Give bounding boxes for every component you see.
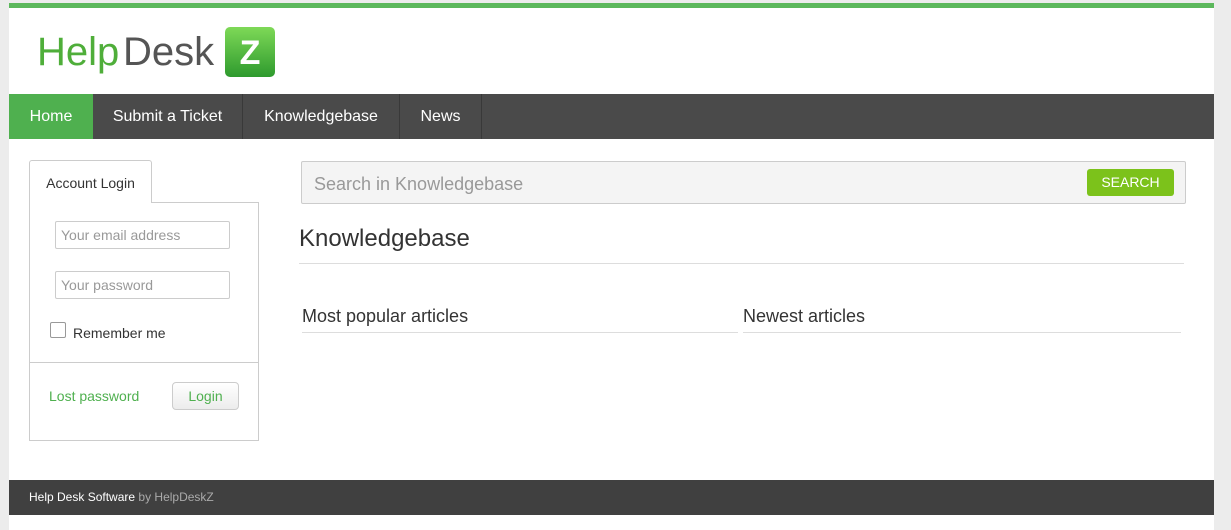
logo-badge-letter: Z — [240, 34, 261, 72]
newest-articles-divider — [743, 332, 1181, 333]
page-title: Knowledgebase — [299, 225, 470, 252]
footer-credit: by HelpDeskZ — [138, 490, 214, 504]
top-accent-bar — [9, 3, 1214, 8]
nav-news[interactable]: News — [400, 94, 482, 139]
newest-articles-heading: Newest articles — [743, 306, 866, 326]
tab-account-login[interactable]: Account Login — [29, 160, 152, 203]
title-divider — [299, 263, 1184, 264]
nav-submit-ticket[interactable]: Submit a Ticket — [93, 94, 243, 139]
main-nav: Home Submit a Ticket Knowledgebase News — [9, 94, 1214, 139]
helpdeskz-logo[interactable]: Help Desk Z — [35, 24, 275, 79]
popular-articles-divider — [302, 332, 738, 333]
footer: Help Desk Software by HelpDeskZ — [9, 480, 1214, 515]
search-bar: SEARCH — [301, 161, 1186, 204]
search-input[interactable] — [312, 171, 1076, 197]
remember-me-label: Remember me — [73, 325, 166, 341]
remember-me-checkbox[interactable] — [50, 322, 66, 338]
search-button[interactable]: SEARCH — [1087, 169, 1174, 196]
popular-articles-heading: Most popular articles — [302, 306, 469, 326]
footer-brand-link[interactable]: Help Desk Software — [29, 490, 135, 504]
login-button[interactable]: Login — [172, 382, 239, 410]
page: Help Desk Z Home Submit a Ticket Knowled… — [9, 3, 1214, 530]
login-divider — [30, 362, 258, 363]
email-field[interactable] — [55, 221, 230, 249]
lost-password-link[interactable]: Lost password — [49, 388, 139, 404]
logo-text-desk: Desk — [123, 30, 215, 74]
logo-text-help: Help — [37, 30, 119, 74]
nav-knowledgebase[interactable]: Knowledgebase — [243, 94, 400, 139]
login-panel: Remember me Lost password Login — [29, 202, 259, 441]
nav-home[interactable]: Home — [9, 94, 93, 139]
password-field[interactable] — [55, 271, 230, 299]
